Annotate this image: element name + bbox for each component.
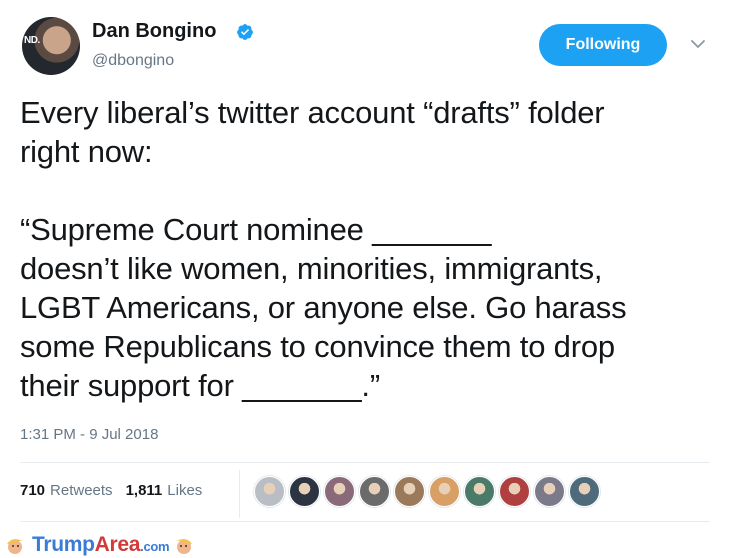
liker-avatar[interactable]	[324, 476, 355, 507]
author-name[interactable]: Dan Bongino	[92, 20, 216, 43]
trump-head-icon	[176, 539, 193, 554]
retweets-label: Retweets	[50, 482, 113, 499]
retweets-count: 710	[20, 482, 46, 499]
following-button[interactable]: Following	[539, 24, 667, 66]
likes-stat[interactable]: 1,811 Likes	[126, 482, 203, 499]
watermark-brand: TrumpArea.com	[32, 533, 170, 557]
liker-avatar[interactable]	[394, 476, 425, 507]
brand-tld: .com	[140, 539, 170, 554]
retweets-stat[interactable]: 710 Retweets	[20, 482, 113, 499]
likes-label: Likes	[167, 482, 203, 499]
chevron-down-icon[interactable]	[690, 38, 706, 50]
avatar-text: ND.	[24, 35, 40, 46]
watermark: TrumpArea.com	[4, 533, 195, 557]
liker-avatars	[254, 476, 604, 507]
stats-separator	[239, 470, 240, 518]
tweet-timestamp[interactable]: 1:31 PM - 9 Jul 2018	[20, 426, 158, 443]
divider-top	[20, 462, 710, 463]
brand-area: Area	[94, 533, 141, 556]
verified-badge-icon	[237, 24, 253, 40]
brand-main: Trump	[32, 533, 95, 556]
liker-avatar[interactable]	[499, 476, 530, 507]
divider-bottom	[20, 521, 710, 522]
tweet-text: Every liberal’s twitter account “drafts”…	[20, 95, 627, 403]
trump-head-icon	[7, 539, 23, 554]
likes-count: 1,811	[125, 482, 163, 499]
liker-avatar[interactable]	[254, 476, 285, 507]
author-handle[interactable]: @dbongino	[92, 52, 174, 70]
liker-avatar[interactable]	[464, 476, 495, 507]
tweet-stats: 710 Retweets 1,811 Likes	[20, 482, 215, 499]
liker-avatar[interactable]	[289, 476, 320, 507]
liker-avatar[interactable]	[359, 476, 390, 507]
liker-avatar[interactable]	[569, 476, 600, 507]
author-avatar[interactable]: ND.	[22, 17, 80, 75]
liker-avatar[interactable]	[534, 476, 565, 507]
liker-avatar[interactable]	[429, 476, 460, 507]
